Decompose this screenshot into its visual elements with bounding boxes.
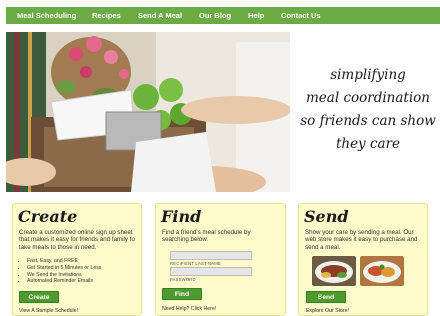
meal-photo-2: [360, 256, 404, 286]
hero-tagline: simplifying meal coordination so friends…: [296, 64, 440, 156]
send-button[interactable]: Send: [306, 291, 346, 303]
send-description: Show your care by sending a meal. Our we…: [305, 229, 418, 251]
password-label: PASSWORD: [170, 277, 196, 282]
feature-item: Get Started in 5 Minutes or Less: [27, 265, 101, 272]
create-button[interactable]: Create: [19, 291, 59, 303]
send-title: Send: [304, 207, 349, 226]
feature-item: Automated Reminder Emails: [27, 278, 101, 285]
create-features-list: Fast, Easy, and FREE Get Started in 5 Mi…: [27, 258, 101, 285]
find-card: Find Find a friend's meal schedule by se…: [155, 203, 286, 316]
tagline-line-4: they care: [335, 136, 401, 152]
feature-item: We Send the Invitations: [27, 272, 101, 279]
feature-item: Fast, Easy, and FREE: [27, 258, 101, 265]
recipient-last-name-label: RECIPIENT LAST NAME: [170, 261, 221, 266]
send-card: Send Show your care by sending a meal. O…: [298, 203, 428, 316]
find-button[interactable]: Find: [162, 288, 202, 300]
nav-our-blog[interactable]: Our Blog: [199, 11, 231, 20]
create-card: Create Create a customized online sign u…: [12, 203, 142, 316]
create-title: Create: [18, 207, 78, 226]
nav-meal-scheduling[interactable]: Meal Scheduling: [17, 11, 76, 20]
recipient-last-name-input[interactable]: [170, 251, 252, 260]
find-title: Find: [161, 207, 202, 226]
main-nav: Meal Scheduling Recipes Send A Meal Our …: [6, 7, 440, 24]
explore-store-link[interactable]: Explore Our Store!: [306, 308, 349, 314]
password-input[interactable]: [170, 267, 252, 276]
nav-send-a-meal[interactable]: Send A Meal: [138, 11, 182, 20]
find-description: Find a friend's meal schedule by searchi…: [162, 229, 251, 244]
nav-help[interactable]: Help: [248, 11, 264, 20]
tagline-line-2: meal coordination: [306, 90, 430, 106]
nav-recipes[interactable]: Recipes: [92, 11, 121, 20]
hero-photo: [6, 32, 290, 192]
nav-contact-us[interactable]: Contact Us: [281, 11, 321, 20]
meal-photo-1: [312, 256, 356, 286]
meal-photo-2-graphic: [360, 256, 404, 286]
tagline-line-3: so friends can show: [300, 113, 436, 129]
meal-photo-1-graphic: [312, 256, 356, 286]
view-sample-link[interactable]: View A Sample Schedule!: [19, 308, 78, 314]
create-description: Create a customized online sign up sheet…: [19, 229, 135, 251]
need-help-link[interactable]: Need Help? Click Here!: [162, 306, 216, 312]
hero-illustration: [6, 32, 290, 192]
tagline-line-1: simplifying: [330, 67, 406, 83]
